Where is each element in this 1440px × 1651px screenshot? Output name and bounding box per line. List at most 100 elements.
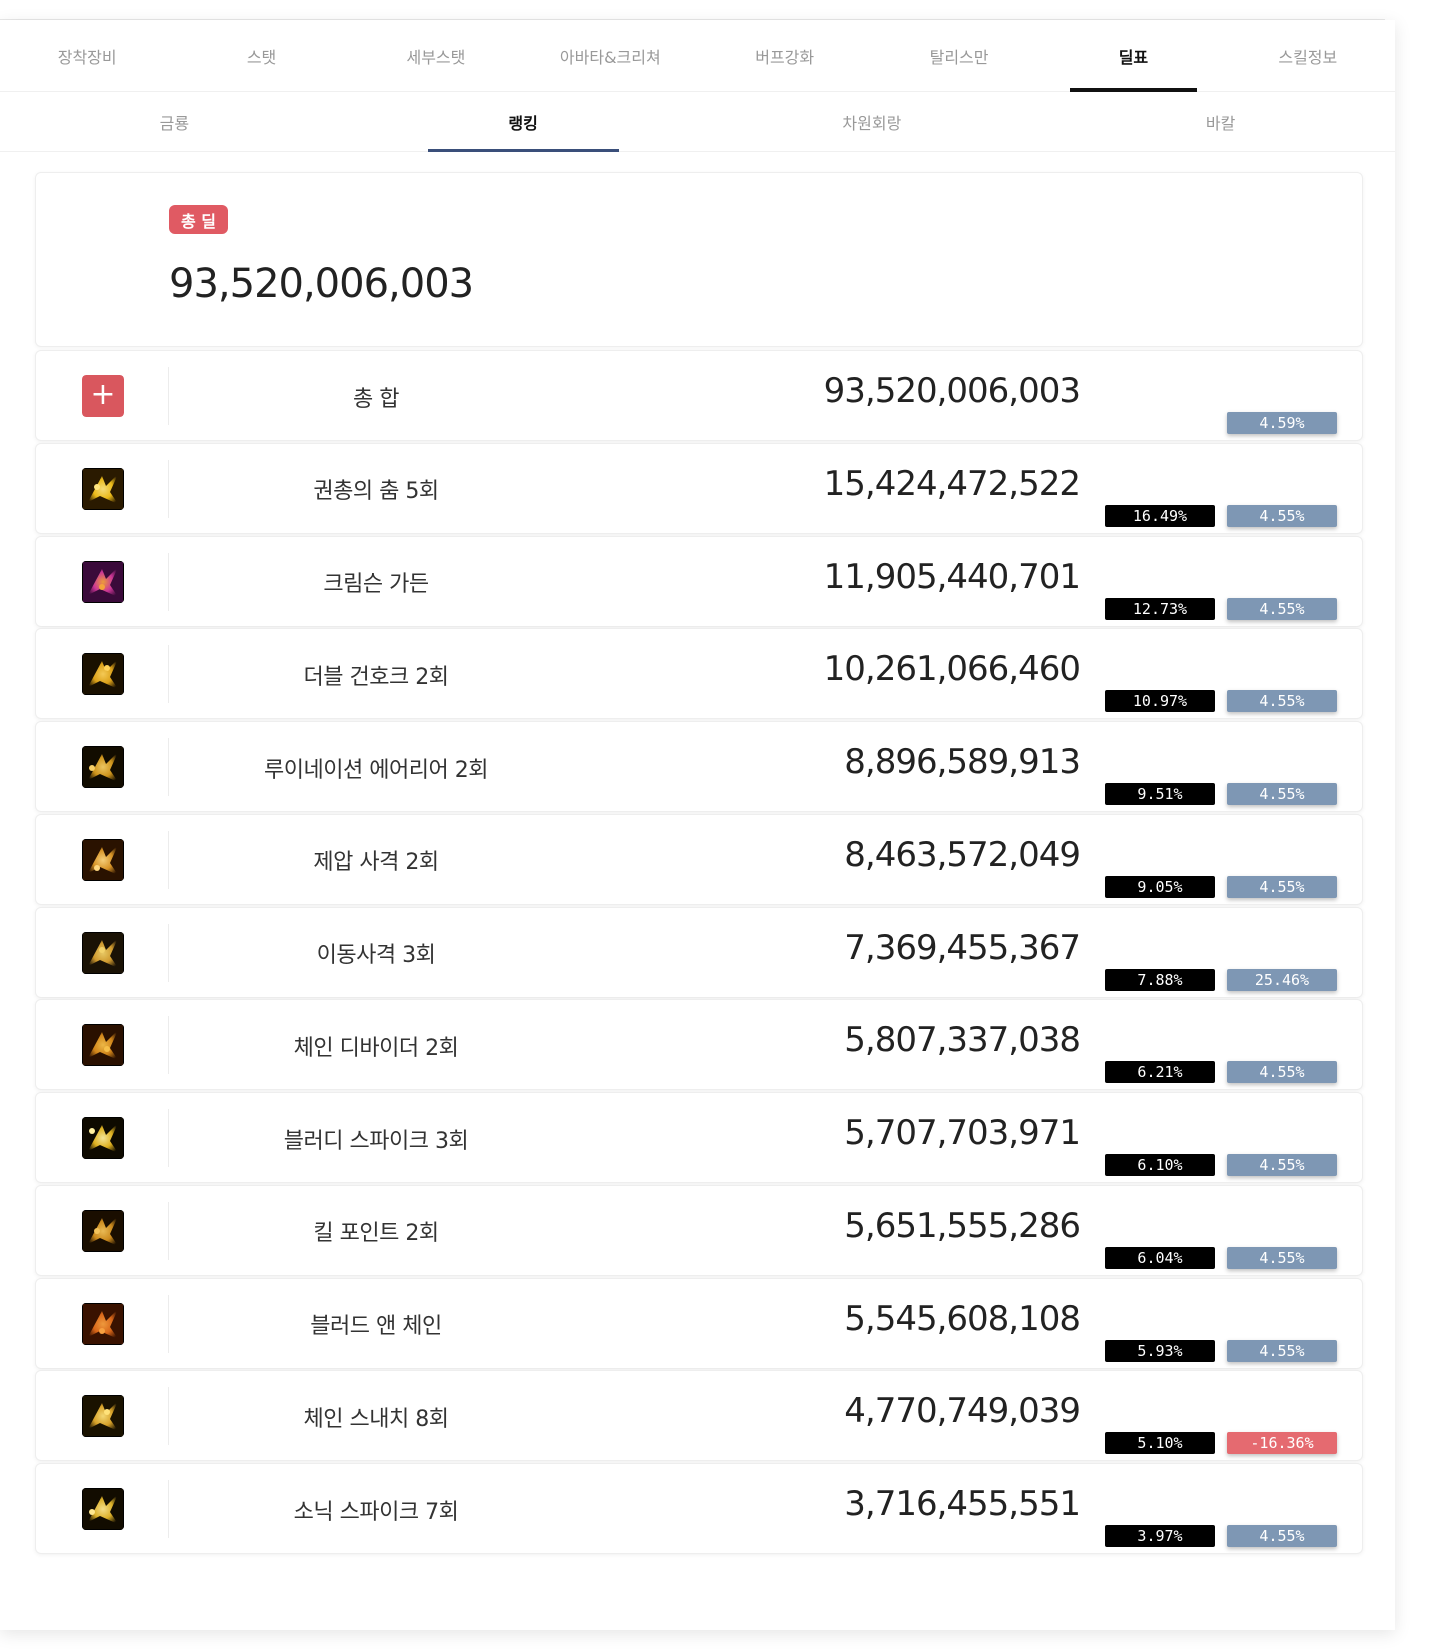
skill-icon-box xyxy=(82,653,124,696)
skill-name: 블러드 앤 체인 xyxy=(310,1314,442,1339)
skill-icon-box: + xyxy=(82,375,124,417)
tab-talisman[interactable]: 탈리스만 xyxy=(872,20,1046,92)
skill-row: 이동사격 3회 7,369,455,367 7.88% 25.46% xyxy=(35,906,1363,998)
suppression-skill-icon xyxy=(82,838,124,881)
damage-change-badge: 4.55% xyxy=(1227,597,1337,620)
damage-share-badge: 3.97% xyxy=(1105,1525,1215,1547)
main-tabs: 장착장비 스탯 세부스탯 아바타&크리쳐 버프강화 탈리스만 딜표 스킬정보 xyxy=(0,20,1395,92)
damage-change-badge: 4.59% xyxy=(1227,412,1337,434)
damage-change-badge: 4.55% xyxy=(1227,1061,1337,1084)
damage-share-badge: 16.49% xyxy=(1105,504,1215,527)
damage-share-badge: 6.21% xyxy=(1105,1061,1215,1084)
plus-icon[interactable]: + xyxy=(82,375,124,417)
total-damage-value: 93,520,006,003 xyxy=(169,261,474,307)
skill-name: 루이네이션 에어리어 2회 xyxy=(264,757,488,783)
skill-row: 블러디 스파이크 3회 5,707,703,971 6.10% 4.55% xyxy=(35,1092,1363,1183)
skill-damage: 15,424,472,522 xyxy=(823,463,1081,504)
skill-name: 블러디 스파이크 3회 xyxy=(283,1128,469,1154)
skill-row: 권총의 춤 5회 15,424,472,522 16.49% 4.55% xyxy=(35,442,1363,534)
damage-change-badge: 4.55% xyxy=(1227,1525,1337,1547)
damage-change-badge: 4.55% xyxy=(1227,690,1337,713)
tab-buff-enhance[interactable]: 버프강화 xyxy=(698,20,872,92)
skill-icon-box xyxy=(82,746,124,788)
skill-row: 크림슨 가든 11,905,440,701 12.73% 4.55% xyxy=(35,535,1363,627)
chain-snatch-skill-icon xyxy=(82,1395,124,1438)
skill-icon-box xyxy=(82,1209,124,1252)
skill-row: 소닉 스파이크 7회 3,716,455,551 3.97% 4.55% xyxy=(35,1463,1363,1554)
skill-icon-box xyxy=(82,838,124,881)
kill-point-skill-icon xyxy=(82,1209,124,1252)
skill-damage: 4,770,749,039 xyxy=(844,1391,1081,1432)
subtab-dimension-corridor[interactable]: 차원회랑 xyxy=(698,92,1047,152)
skill-icon-box xyxy=(82,560,124,603)
damage-change-badge: 4.55% xyxy=(1227,1154,1337,1176)
tab-equipment[interactable]: 장착장비 xyxy=(0,20,174,92)
skill-name: 체인 디바이더 2회 xyxy=(293,1035,459,1061)
skill-name: 권총의 춤 5회 xyxy=(313,479,439,505)
skill-damage: 5,651,555,286 xyxy=(844,1205,1081,1246)
skill-damage: 10,261,066,460 xyxy=(823,649,1081,690)
skill-name: 제압 사격 2회 xyxy=(313,850,439,876)
damage-share-badge: 7.88% xyxy=(1105,968,1215,991)
damage-share-badge: 6.04% xyxy=(1105,1246,1215,1269)
skill-name: 소닉 스파이크 7회 xyxy=(293,1499,459,1525)
tab-avatar-creature[interactable]: 아바타&크리쳐 xyxy=(523,20,697,92)
skill-row: 제압 사격 2회 8,463,572,049 9.05% 4.55% xyxy=(35,813,1363,905)
damage-share-badge: 5.93% xyxy=(1105,1339,1215,1362)
skill-icon-box xyxy=(82,1488,124,1530)
skill-icon-box xyxy=(82,467,124,510)
tab-damage-table[interactable]: 딜표 xyxy=(1046,20,1220,92)
tab-detail-stats[interactable]: 세부스탯 xyxy=(349,20,523,92)
skill-name: 체인 스내치 8회 xyxy=(303,1406,449,1432)
skill-damage: 7,369,455,367 xyxy=(844,927,1081,968)
skill-icon-box xyxy=(82,1302,124,1345)
damage-share-badge: 10.97% xyxy=(1105,690,1215,713)
skill-row: 킬 포인트 2회 5,651,555,286 6.04% 4.55% xyxy=(35,1184,1363,1276)
skill-row: 체인 디바이더 2회 5,807,337,038 6.21% 4.55% xyxy=(35,999,1363,1091)
damage-share-badge: 9.05% xyxy=(1105,875,1215,898)
skill-row: 루이네이션 에어리어 2회 8,896,589,913 9.51% 4.55% xyxy=(35,721,1363,812)
tab-stats[interactable]: 스탯 xyxy=(174,20,348,92)
subtab-ranking[interactable]: 랭킹 xyxy=(349,92,698,152)
bloody-spike-skill-icon xyxy=(82,1117,124,1159)
damage-share-badge: 6.10% xyxy=(1105,1154,1215,1176)
subtab-bakal[interactable]: 바칼 xyxy=(1046,92,1395,152)
total-damage-badge: 총 딜 xyxy=(169,205,229,234)
damage-share-badge: 12.73% xyxy=(1105,597,1215,620)
skill-name: 크림슨 가든 xyxy=(323,572,429,597)
subtab-golden-dragon[interactable]: 금룡 xyxy=(0,92,349,152)
skill-name: 총 합 xyxy=(353,386,399,412)
damage-share-badge: 9.51% xyxy=(1105,783,1215,805)
skill-damage: 5,545,608,108 xyxy=(844,1298,1081,1339)
skill-row: 체인 스내치 8회 4,770,749,039 5.10% -16.36% xyxy=(35,1370,1363,1462)
damage-change-badge: 25.46% xyxy=(1227,968,1337,991)
total-damage-card: 총 딜 93,520,006,003 xyxy=(35,172,1363,347)
skill-name: 이동사격 3회 xyxy=(316,943,436,968)
damage-change-badge: 4.55% xyxy=(1227,504,1337,527)
ruination-skill-icon xyxy=(82,746,124,788)
skill-icon-box xyxy=(82,1024,124,1067)
crimson-skill-icon xyxy=(82,560,124,603)
damage-share-badge: 5.10% xyxy=(1105,1432,1215,1455)
damage-change-badge: 4.55% xyxy=(1227,1246,1337,1269)
double-gunhawk-skill-icon xyxy=(82,653,124,696)
skill-row: 더블 건호크 2회 10,261,066,460 10.97% 4.55% xyxy=(35,628,1363,720)
total-sum-row: + 총 합 93,520,006,003 4.59% xyxy=(35,350,1363,441)
skill-icon-box xyxy=(82,931,124,974)
damage-change-badge: -16.36% xyxy=(1227,1432,1337,1455)
skill-damage: 8,896,589,913 xyxy=(844,742,1081,782)
skill-icon-box xyxy=(82,1395,124,1438)
skill-damage: 5,807,337,038 xyxy=(844,1020,1081,1061)
sonic-spike-skill-icon xyxy=(82,1488,124,1530)
sub-tabs: 금룡 랭킹 차원회랑 바칼 xyxy=(0,92,1395,152)
chain-divider-skill-icon xyxy=(82,1024,124,1067)
skill-damage: 11,905,440,701 xyxy=(823,556,1081,597)
skill-name: 더블 건호크 2회 xyxy=(303,664,449,690)
skill-row: 블러드 앤 체인 5,545,608,108 5.93% 4.55% xyxy=(35,1277,1363,1369)
moving-shot-skill-icon xyxy=(82,931,124,974)
tab-skill-info[interactable]: 스킬정보 xyxy=(1221,20,1395,92)
damage-change-badge: 4.55% xyxy=(1227,1339,1337,1362)
skill-damage: 3,716,455,551 xyxy=(844,1484,1081,1524)
damage-change-badge: 4.55% xyxy=(1227,783,1337,805)
skill-icon-box xyxy=(82,1117,124,1159)
